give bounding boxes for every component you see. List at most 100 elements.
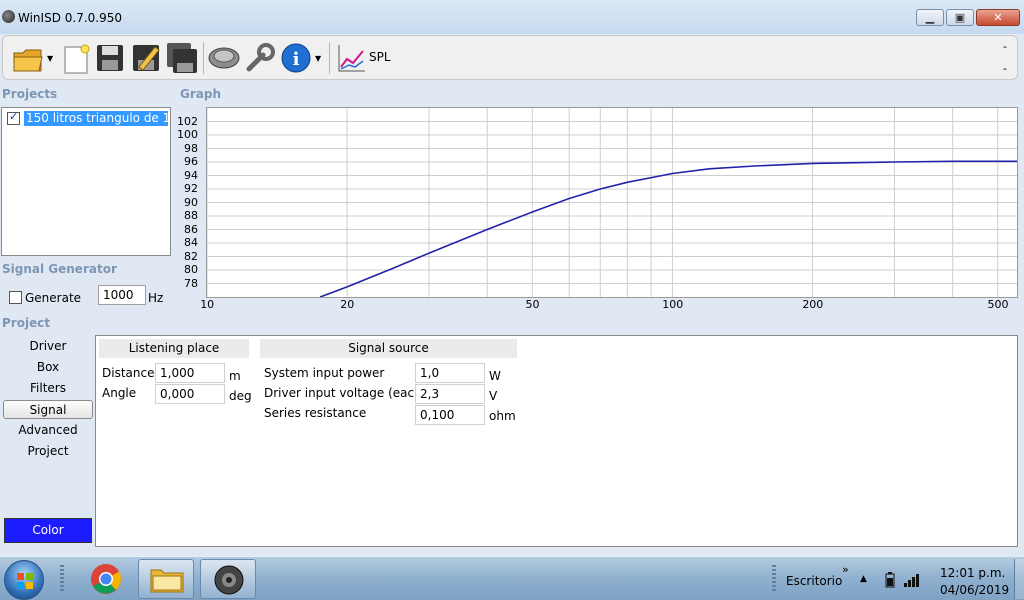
toolbar-separator [203, 42, 204, 74]
y-tick-label: 88 [184, 209, 198, 222]
distance-label: Distance [102, 366, 155, 380]
nav-advanced[interactable]: Advanced [3, 421, 93, 440]
folder-icon [150, 569, 184, 593]
nav-signal[interactable]: Signal [3, 400, 93, 419]
spl-graph[interactable] [206, 107, 1018, 298]
y-tick-label: 82 [184, 249, 198, 263]
wrench-icon [246, 43, 275, 72]
x-tick-label: 10 [200, 298, 215, 311]
project-section-label: Project [2, 316, 51, 330]
taskbar: Escritorio » ▲ 12:01 p.m. 04/06/2019 [0, 556, 1024, 600]
series-resistance-unit: ohm [489, 409, 516, 423]
start-button[interactable] [4, 560, 44, 600]
graph-label: Graph [180, 87, 221, 101]
x-tick-label: 50 [525, 298, 540, 311]
window-controls: ▁ ▣ ✕ [916, 9, 1020, 26]
driver-voltage-label: Driver input voltage (each) [264, 386, 427, 400]
info-icon: i [281, 43, 311, 73]
driver-editor-button[interactable] [207, 41, 241, 75]
x-tick-label: 20 [340, 298, 355, 311]
info-button[interactable]: i [279, 41, 313, 75]
project-checkbox[interactable] [7, 110, 20, 125]
close-button[interactable]: ✕ [976, 9, 1020, 26]
title-bar: WinISD 0.7.0.950 ▁ ▣ ✕ [0, 0, 1024, 34]
tools-button[interactable] [243, 41, 277, 75]
distance-unit: m [229, 369, 241, 383]
y-tick-label: 86 [184, 222, 198, 236]
new-document-icon [64, 44, 90, 74]
nav-filters[interactable]: Filters [3, 379, 93, 398]
minimize-button[interactable]: ▁ [916, 9, 944, 26]
minimize-icon: ▁ [925, 11, 935, 24]
y-tick-label: 96 [184, 155, 198, 168]
series-resistance-label: Series resistance [264, 406, 367, 420]
show-desktop-button[interactable] [1014, 559, 1024, 599]
speaker-icon [208, 47, 240, 69]
y-tick-label: 98 [184, 141, 198, 155]
signal-generator-label: Signal Generator [2, 262, 117, 276]
winisd-taskbar-button[interactable] [200, 559, 256, 599]
chrome-taskbar-button[interactable] [78, 559, 134, 599]
chrome-icon [91, 564, 121, 594]
battery-icon[interactable] [884, 572, 896, 588]
driver-voltage-unit: V [489, 389, 498, 403]
toolbar-expand-icon[interactable]: » [842, 563, 849, 576]
spl-graph-button[interactable] [335, 41, 369, 75]
save-all-button[interactable] [165, 41, 199, 75]
network-signal-icon[interactable] [904, 573, 924, 587]
y-tick-label: 102 [177, 114, 198, 128]
nav-box[interactable]: Box [3, 358, 93, 377]
y-tick-label: 90 [184, 195, 198, 209]
y-tick-label: 84 [184, 236, 198, 249]
spl-label: SPL [369, 50, 391, 64]
clock-time[interactable]: 12:01 p.m. [940, 566, 1005, 580]
restore-icon: ▣ [954, 11, 966, 24]
nav-driver[interactable]: Driver [3, 337, 93, 356]
clock-date[interactable]: 04/06/2019 [940, 583, 1009, 597]
nav-project[interactable]: Project [3, 442, 93, 461]
save-all-icon [167, 43, 197, 73]
open-folder-button[interactable] [11, 41, 45, 75]
project-item[interactable]: 150 litros triangulo de 120 cm [24, 111, 168, 126]
system-power-input[interactable]: 1,0 [415, 363, 485, 383]
driver-voltage-input[interactable]: 2,3 [415, 384, 485, 404]
system-power-label: System input power [264, 366, 385, 380]
y-tick-label: 100 [177, 128, 198, 141]
maximize-button[interactable]: ▣ [946, 9, 974, 26]
y-tick-label: 80 [184, 263, 198, 276]
new-project-button[interactable] [59, 41, 93, 75]
taskbar-grip[interactable] [60, 565, 64, 593]
x-tick-label: 500 [987, 298, 1009, 311]
save-button[interactable] [93, 41, 127, 75]
info-dropdown-icon[interactable]: ▼ [315, 54, 321, 63]
close-icon: ✕ [993, 11, 1003, 24]
desktop-toolbar-label[interactable]: Escritorio [786, 574, 842, 588]
speaker-icon [214, 565, 244, 595]
signal-source-header: Signal source [260, 339, 517, 358]
taskbar-grip[interactable] [772, 565, 776, 593]
save-as-button[interactable] [129, 41, 163, 75]
frequency-input[interactable]: 1000 [98, 285, 146, 305]
color-button[interactable]: Color [4, 518, 92, 543]
explorer-taskbar-button[interactable] [138, 559, 194, 599]
app-icon [2, 10, 15, 23]
open-dropdown-icon[interactable]: ▼ [47, 54, 53, 63]
line-chart-icon [338, 45, 365, 72]
y-tick-label: 92 [184, 182, 198, 195]
distance-input[interactable]: 1,000 [155, 363, 225, 383]
show-hidden-icons-icon[interactable]: ▲ [860, 574, 867, 584]
generate-checkbox[interactable] [9, 291, 22, 304]
angle-label: Angle [102, 386, 137, 400]
toolbar-dash-bottom: - [1003, 62, 1007, 75]
angle-input[interactable]: 0,000 [155, 384, 225, 404]
series-resistance-input[interactable]: 0,100 [415, 405, 485, 425]
y-tick-label: 94 [184, 168, 198, 182]
toolbar-separator [329, 42, 330, 74]
y-tick-label: 78 [184, 276, 198, 290]
projects-label: Projects [2, 87, 58, 101]
angle-unit: deg [229, 389, 252, 403]
x-tick-label: 100 [662, 298, 684, 311]
spl-chart[interactable] [206, 108, 1017, 298]
window-title: WinISD 0.7.0.950 [18, 11, 123, 25]
system-power-unit: W [489, 369, 501, 383]
